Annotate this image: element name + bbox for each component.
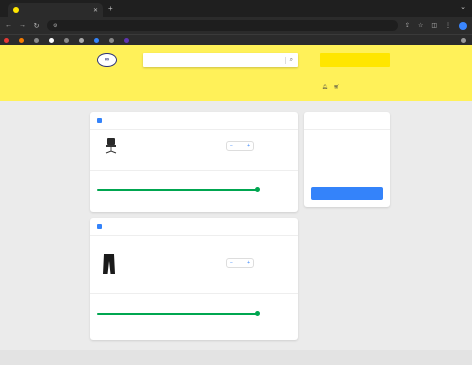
forward-icon[interactable]: → bbox=[19, 22, 26, 29]
browser-tab[interactable]: ✕ bbox=[8, 3, 103, 17]
seller-card: − + bbox=[90, 218, 298, 340]
window-menu-icon[interactable]: ⌄ bbox=[460, 3, 466, 11]
store-icon bbox=[97, 118, 102, 123]
bookmark-favicon-icon bbox=[79, 37, 84, 43]
bookmark-favicon-icon bbox=[34, 37, 39, 43]
address-bar[interactable]: ⚙ bbox=[47, 20, 398, 31]
bell-icon[interactable]: 🔔︎ bbox=[322, 84, 328, 90]
handshake-logo-icon: ∞ bbox=[97, 53, 117, 67]
bookmarks-bar bbox=[0, 34, 472, 45]
bookmark-item[interactable] bbox=[4, 37, 11, 43]
bookmark-star-icon[interactable]: ☆ bbox=[418, 22, 423, 29]
page-footer bbox=[0, 350, 472, 365]
progress-knob bbox=[254, 187, 260, 192]
site-favicon-icon bbox=[13, 7, 19, 13]
seller-header bbox=[97, 118, 105, 123]
purchase-summary bbox=[304, 112, 390, 207]
extensions-icon[interactable]: ◫ bbox=[431, 22, 437, 29]
continue-purchase-button[interactable] bbox=[311, 187, 383, 200]
back-icon[interactable]: ← bbox=[5, 22, 12, 29]
site-info-icon[interactable]: ⚙ bbox=[53, 23, 57, 29]
bookmark-item[interactable] bbox=[34, 37, 41, 43]
promo-banner[interactable] bbox=[320, 53, 390, 67]
bookmark-item[interactable] bbox=[109, 37, 116, 43]
plus-icon[interactable]: + bbox=[247, 143, 250, 149]
free-shipping-progress bbox=[97, 311, 260, 316]
progress-fill bbox=[97, 313, 257, 315]
progress-fill bbox=[97, 189, 257, 191]
browser-tab-strip: ✕ + ⌄ bbox=[0, 0, 472, 17]
bookmark-favicon-icon bbox=[4, 37, 9, 43]
close-tab-icon[interactable]: ✕ bbox=[93, 7, 98, 14]
profile-avatar[interactable] bbox=[459, 21, 467, 30]
progress-knob bbox=[254, 311, 260, 316]
search-icon[interactable]: ⌕ bbox=[284, 56, 293, 64]
bookmark-item[interactable] bbox=[461, 37, 468, 43]
folder-icon bbox=[461, 37, 466, 43]
minus-icon[interactable]: − bbox=[230, 143, 233, 149]
divider bbox=[304, 129, 390, 130]
divider bbox=[90, 235, 298, 236]
divider bbox=[90, 129, 298, 130]
bookmark-item[interactable] bbox=[19, 37, 26, 43]
pants-thumbnail[interactable] bbox=[102, 254, 116, 274]
bookmark-favicon-icon bbox=[49, 37, 54, 43]
divider bbox=[90, 293, 298, 294]
reload-icon[interactable]: ↻ bbox=[33, 22, 40, 30]
bookmark-favicon-icon bbox=[124, 37, 129, 43]
site-header: ∞ ⌕ 🔔︎ 🛒︎ bbox=[0, 45, 472, 101]
minus-icon[interactable]: − bbox=[230, 260, 233, 266]
share-icon[interactable]: ⇪ bbox=[405, 22, 410, 29]
menu-icon[interactable]: ⋮ bbox=[445, 22, 451, 29]
office-chair-thumbnail[interactable] bbox=[104, 138, 118, 154]
plus-icon[interactable]: + bbox=[247, 260, 250, 266]
bookmark-item[interactable] bbox=[124, 37, 131, 43]
seller-header bbox=[97, 224, 105, 229]
bookmark-item[interactable] bbox=[79, 37, 86, 43]
quantity-stepper[interactable]: − + bbox=[226, 258, 254, 268]
cart-icon[interactable]: 🛒︎ bbox=[334, 84, 340, 90]
bookmark-favicon-icon bbox=[19, 37, 24, 43]
search-input[interactable]: ⌕ bbox=[143, 53, 298, 67]
bookmark-favicon-icon bbox=[94, 37, 99, 43]
bookmark-item[interactable] bbox=[49, 37, 56, 43]
user-nav: 🔔︎ 🛒︎ bbox=[298, 84, 339, 90]
free-shipping-progress bbox=[97, 187, 260, 192]
seller-card: − + bbox=[90, 112, 298, 212]
site-logo[interactable]: ∞ bbox=[97, 53, 142, 67]
divider bbox=[90, 170, 298, 171]
bookmark-favicon-icon bbox=[109, 37, 114, 43]
bookmark-item[interactable] bbox=[94, 37, 101, 43]
browser-toolbar: ← → ↻ ⚙ ⇪ ☆ ◫ ⋮ bbox=[0, 17, 472, 34]
bookmark-item[interactable] bbox=[64, 37, 71, 43]
quantity-stepper[interactable]: − + bbox=[226, 141, 254, 151]
bookmark-favicon-icon bbox=[64, 37, 69, 43]
new-tab-icon[interactable]: + bbox=[108, 4, 113, 13]
toolbar-actions: ⇪ ☆ ◫ ⋮ bbox=[405, 21, 467, 30]
store-icon bbox=[97, 224, 102, 229]
